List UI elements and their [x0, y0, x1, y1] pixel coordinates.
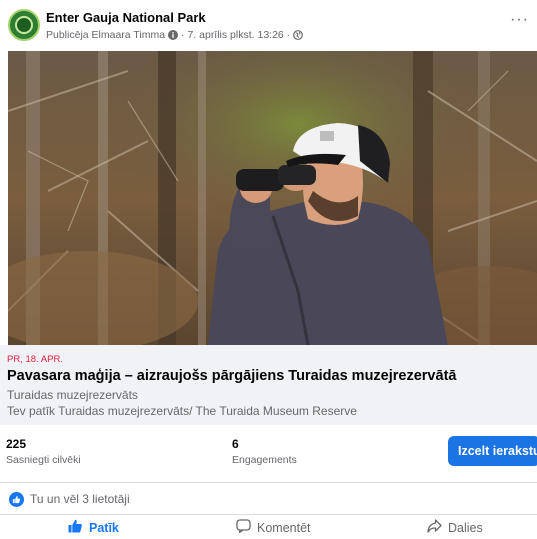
event-title[interactable]: Pavasara maģija – aizraujošs pārgājiens … [7, 368, 456, 384]
comment-button[interactable]: Komentēt [236, 519, 311, 536]
photo-image [8, 51, 537, 345]
like-button[interactable]: Patīk [68, 519, 119, 536]
thumbs-up-icon [68, 519, 83, 536]
event-photo[interactable] [8, 51, 537, 345]
page-name[interactable]: Enter Gauja National Park [46, 10, 206, 25]
post-meta: Publicēja Elmaara Timma · 7. aprīlis plk… [46, 29, 304, 41]
reactions-bar[interactable]: Tu un vēl 3 lietotāji [0, 483, 537, 515]
event-date: PR, 18. APR. [7, 354, 63, 365]
page-avatar[interactable] [8, 9, 40, 41]
boost-post-button[interactable]: Izcelt ierakstu [448, 436, 537, 466]
share-button[interactable]: Dalies [427, 519, 483, 536]
event-organizer[interactable]: Turaidas muzejrezervāts [7, 388, 138, 402]
like-label: Patīk [89, 520, 119, 535]
share-label: Dalies [448, 520, 483, 535]
globe-icon [293, 30, 304, 40]
comment-label: Komentēt [257, 520, 311, 535]
more-options-icon[interactable]: ··· [510, 12, 529, 28]
engagements-label: Engagements [232, 454, 297, 466]
post-header: Enter Gauja National Park Publicēja Elma… [0, 0, 537, 50]
author-text: Publicēja Elmaara Timma [46, 29, 166, 41]
logo-icon [15, 16, 33, 34]
engagements-value: 6 [232, 437, 239, 451]
reached-value: 225 [6, 437, 27, 451]
share-icon [427, 519, 442, 536]
timestamp[interactable]: · 7. aprīlis plkst. 13:26 · [181, 29, 290, 41]
event-card[interactable]: PR, 18. APR. Pavasara maģija – aizraujoš… [0, 345, 537, 425]
like-reaction-icon [9, 492, 24, 507]
event-liked-by: Tev patīk Turaidas muzejrezervāts/ The T… [7, 404, 357, 418]
reactions-count[interactable]: Tu un vēl 3 lietotāji [30, 492, 130, 506]
comment-icon [236, 519, 251, 536]
post-insights: 225 Sasniegti cilvēki 6 Engagements Izce… [0, 425, 537, 483]
reached-label: Sasniegti cilvēki [6, 454, 81, 466]
post-actions: Patīk Komentēt Dalies [0, 516, 537, 539]
info-icon[interactable] [168, 30, 179, 40]
